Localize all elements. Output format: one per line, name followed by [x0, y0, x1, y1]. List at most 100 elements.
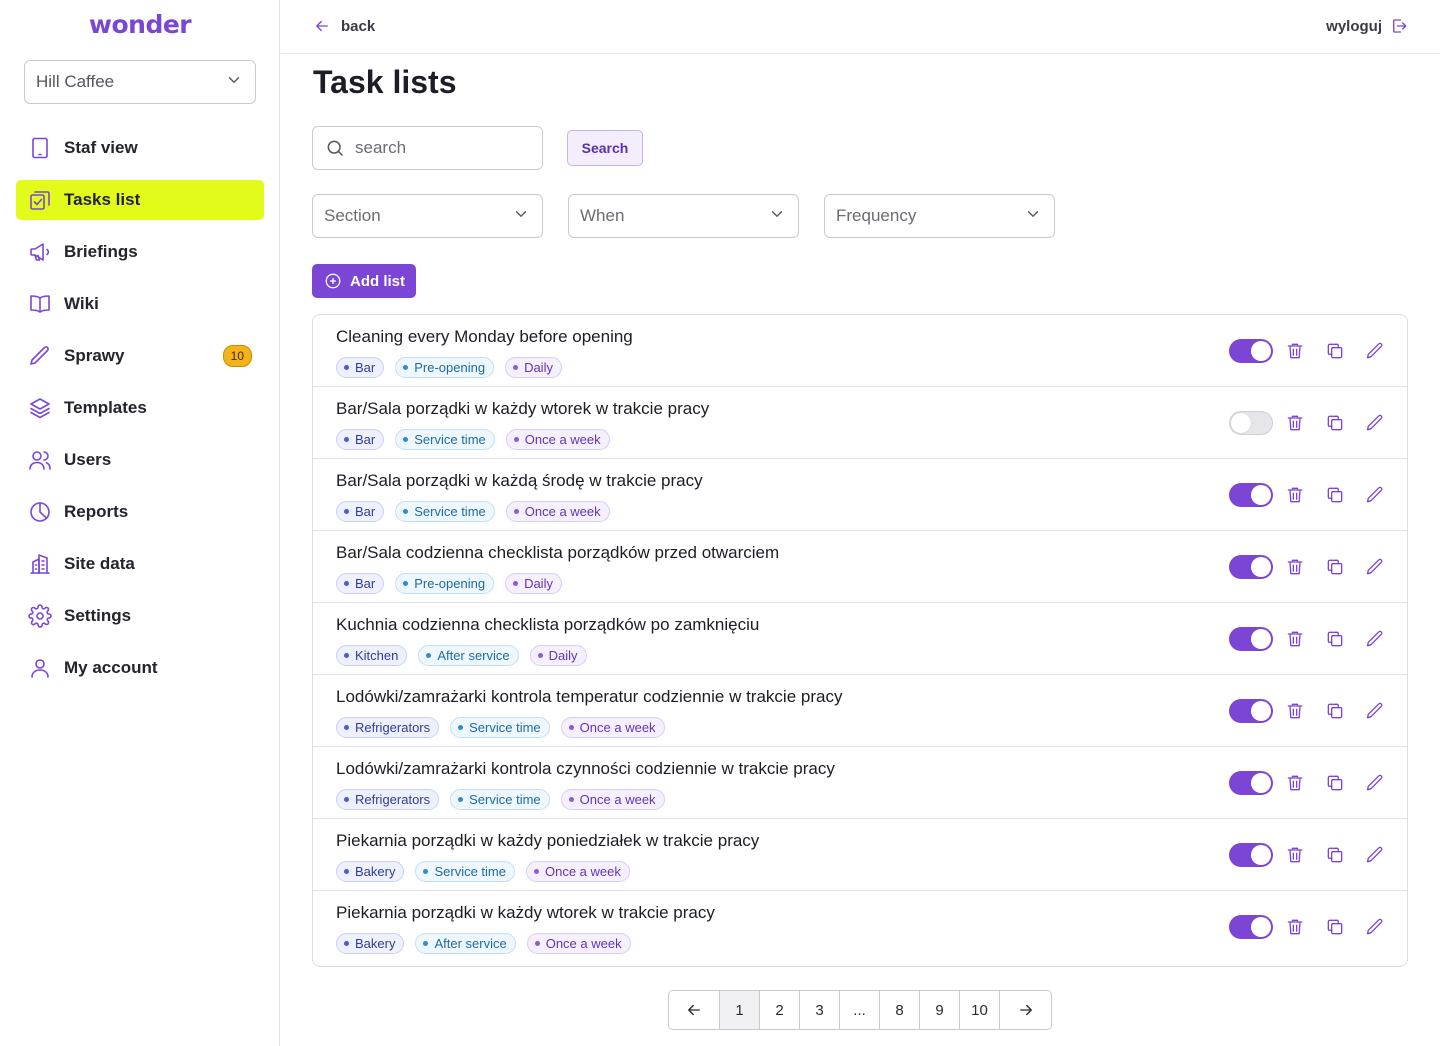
section-tag: Refrigerators — [336, 717, 440, 738]
sidebar-item-reports[interactable]: Reports — [16, 492, 264, 532]
sidebar-item-tasks-list[interactable]: Tasks list — [16, 180, 264, 220]
task-list-title[interactable]: Cleaning every Monday before opening — [336, 327, 633, 347]
when-tag-label: Service time — [414, 504, 486, 519]
frequency-tag-label: Daily — [524, 360, 553, 375]
sidebar-item-templates[interactable]: Templates — [16, 388, 264, 428]
copy-icon[interactable] — [1325, 917, 1345, 937]
task-list-title[interactable]: Piekarnia porządki w każdy poniedziałek … — [336, 831, 759, 851]
trash-icon[interactable] — [1285, 629, 1305, 649]
back-link[interactable]: back — [313, 17, 375, 35]
edit-icon[interactable] — [1365, 917, 1385, 937]
page-button[interactable]: 8 — [880, 991, 920, 1029]
enable-toggle[interactable] — [1229, 627, 1273, 651]
task-list-title[interactable]: Lodówki/zamrażarki kontrola czynności co… — [336, 759, 835, 779]
enable-toggle[interactable] — [1229, 843, 1273, 867]
task-list-row: Cleaning every Monday before opening Bar P… — [313, 315, 1407, 387]
enable-toggle[interactable] — [1229, 915, 1273, 939]
enable-toggle[interactable] — [1229, 699, 1273, 723]
when-filter[interactable]: When — [568, 194, 799, 238]
chevron-down-icon — [512, 205, 530, 228]
task-list-title[interactable]: Bar/Sala porządki w każdy wtorek w trakc… — [336, 399, 709, 419]
trash-icon[interactable] — [1285, 341, 1305, 361]
page-button[interactable]: 9 — [920, 991, 960, 1029]
task-list-title[interactable]: Lodówki/zamrażarki kontrola temperatur c… — [336, 687, 842, 707]
copy-icon[interactable] — [1325, 557, 1345, 577]
edit-icon[interactable] — [1365, 773, 1385, 793]
task-list-title[interactable]: Bar/Sala codzienna checklista porządków … — [336, 543, 779, 563]
sidebar-item-sprawy[interactable]: Sprawy 10 — [16, 336, 264, 376]
trash-icon[interactable] — [1285, 485, 1305, 505]
copy-icon[interactable] — [1325, 701, 1345, 721]
tag-group: Bakery Service time Once a week — [336, 861, 641, 882]
logo[interactable]: wonder — [0, 10, 280, 39]
copy-icon[interactable] — [1325, 341, 1345, 361]
building-icon — [28, 552, 52, 576]
prev-page-button[interactable] — [669, 991, 720, 1029]
sidebar-item-site-data[interactable]: Site data — [16, 544, 264, 584]
logout-link[interactable]: wyloguj — [1326, 17, 1408, 35]
section-tag-label: Refrigerators — [355, 792, 431, 807]
frequency-filter[interactable]: Frequency — [824, 194, 1055, 238]
trash-icon[interactable] — [1285, 845, 1305, 865]
frequency-tag-label: Once a week — [545, 936, 622, 951]
edit-icon[interactable] — [1365, 629, 1385, 649]
dot-icon — [423, 941, 429, 946]
sidebar-item-my-account[interactable]: My account — [16, 648, 264, 688]
page-button[interactable]: 3 — [800, 991, 840, 1029]
enable-toggle[interactable] — [1229, 771, 1273, 795]
copy-icon[interactable] — [1325, 629, 1345, 649]
sidebar-item-staf-view[interactable]: Staf view — [16, 128, 264, 168]
tag-group: Bakery After service Once a week — [336, 933, 642, 954]
enable-toggle[interactable] — [1229, 555, 1273, 579]
search-input[interactable] — [355, 138, 525, 158]
edit-icon[interactable] — [1365, 557, 1385, 577]
trash-icon[interactable] — [1285, 917, 1305, 937]
sidebar-item-wiki[interactable]: Wiki — [16, 284, 264, 324]
search-box[interactable] — [312, 126, 543, 170]
sidebar-item-briefings[interactable]: Briefings — [16, 232, 264, 272]
add-list-button[interactable]: Add list — [312, 264, 416, 298]
sidebar-item-settings[interactable]: Settings — [16, 596, 264, 636]
trash-icon[interactable] — [1285, 557, 1305, 577]
trash-icon[interactable] — [1285, 413, 1305, 433]
sidebar-item-users[interactable]: Users — [16, 440, 264, 480]
section-tag-label: Bar — [355, 504, 376, 519]
enable-toggle[interactable] — [1229, 483, 1273, 507]
page-button[interactable]: 10 — [960, 991, 1000, 1029]
copy-icon[interactable] — [1325, 485, 1345, 505]
task-list-row: Piekarnia porządki w każdy poniedziałek … — [313, 819, 1407, 891]
task-list-title[interactable]: Kuchnia codzienna checklista porządków p… — [336, 615, 759, 635]
section-tag-label: Bakery — [355, 936, 396, 951]
edit-icon[interactable] — [1365, 845, 1385, 865]
task-list-title[interactable]: Piekarnia porządki w każdy wtorek w trak… — [336, 903, 715, 923]
enable-toggle[interactable] — [1229, 339, 1273, 363]
next-page-button[interactable] — [1000, 991, 1051, 1029]
trash-icon[interactable] — [1285, 773, 1305, 793]
section-tag: Bakery — [336, 861, 405, 882]
toggle-knob — [1251, 485, 1271, 505]
site-select[interactable]: Hill Caffee — [24, 60, 256, 104]
copy-icon[interactable] — [1325, 773, 1345, 793]
edit-icon[interactable] — [1365, 341, 1385, 361]
page-button[interactable]: 1 — [720, 991, 760, 1029]
edit-icon[interactable] — [1365, 413, 1385, 433]
row-actions — [1229, 483, 1385, 507]
frequency-tag-label: Once a week — [524, 504, 601, 519]
page-ellipsis: ... — [840, 991, 880, 1029]
copy-icon[interactable] — [1325, 413, 1345, 433]
edit-icon[interactable] — [1365, 701, 1385, 721]
page-button[interactable]: 2 — [760, 991, 800, 1029]
search-button[interactable]: Search — [567, 130, 643, 166]
section-tag: Bakery — [336, 933, 405, 954]
trash-icon[interactable] — [1285, 701, 1305, 721]
sidebar: wonder Hill Caffee Staf view Tasks list Br… — [0, 0, 280, 1046]
frequency-tag-label: Once a week — [545, 864, 621, 879]
when-tag: After service — [418, 645, 519, 666]
enable-toggle[interactable] — [1229, 411, 1273, 435]
sidebar-item-label: Briefings — [64, 242, 138, 261]
edit-icon[interactable] — [1365, 485, 1385, 505]
task-list-title[interactable]: Bar/Sala porządki w każdą środę w trakci… — [336, 471, 703, 491]
section-filter[interactable]: Section — [312, 194, 543, 238]
copy-icon[interactable] — [1325, 845, 1345, 865]
section-tag: Bar — [336, 573, 385, 594]
